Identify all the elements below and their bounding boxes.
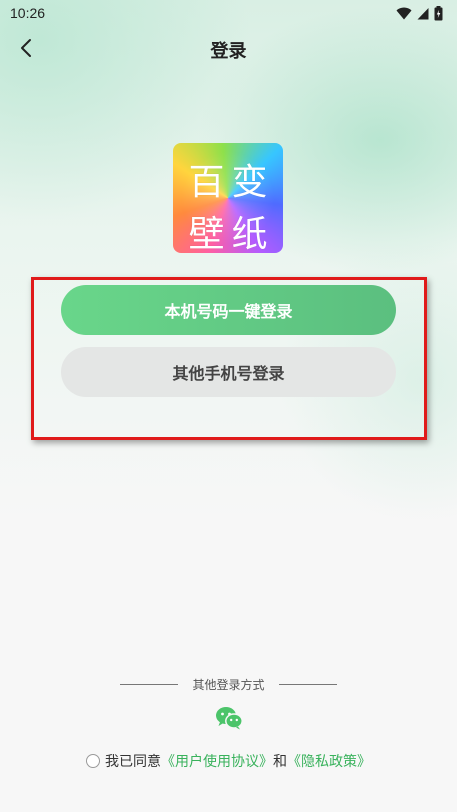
- nav-bar: 登录: [0, 30, 457, 70]
- other-login-label: 其他登录方式: [192, 677, 265, 692]
- other-phone-login-button[interactable]: 其他手机号登录: [61, 347, 396, 397]
- wechat-icon: [215, 706, 243, 734]
- agreement-row: 我已同意 《用户使用协议》 和 《隐私政策》: [0, 750, 457, 772]
- app-logo: 百 变 壁 纸: [173, 143, 283, 253]
- one-click-login-button[interactable]: 本机号码一键登录: [61, 285, 396, 335]
- agree-conjunction: 和: [273, 754, 287, 770]
- user-agreement-link[interactable]: 《用户使用协议》: [161, 751, 273, 771]
- cell-signal-icon: [417, 7, 429, 20]
- back-button[interactable]: [12, 36, 40, 64]
- divider-line-right: [278, 683, 337, 685]
- wechat-login-button[interactable]: [214, 706, 244, 734]
- logo-char: 壁: [188, 214, 225, 253]
- agree-radio[interactable]: [86, 754, 100, 768]
- status-icons: [396, 5, 443, 21]
- logo-grid: 百 变 壁 纸: [173, 143, 283, 253]
- logo-char: 纸: [231, 214, 268, 253]
- background-gradient: [0, 0, 457, 520]
- wifi-icon: [396, 7, 412, 20]
- privacy-policy-link[interactable]: 《隐私政策》: [287, 751, 371, 771]
- other-login-divider: 其他登录方式: [0, 674, 457, 694]
- chevron-left-icon: [19, 38, 33, 62]
- page-title: 登录: [210, 41, 247, 62]
- status-time: 10:26: [10, 5, 46, 21]
- logo-char: 百: [188, 162, 225, 203]
- divider-line-left: [120, 683, 179, 685]
- battery-icon: [434, 5, 443, 21]
- logo-char: 变: [231, 162, 268, 203]
- agree-prefix: 我已同意: [105, 754, 161, 770]
- status-bar: 10:26: [0, 0, 457, 26]
